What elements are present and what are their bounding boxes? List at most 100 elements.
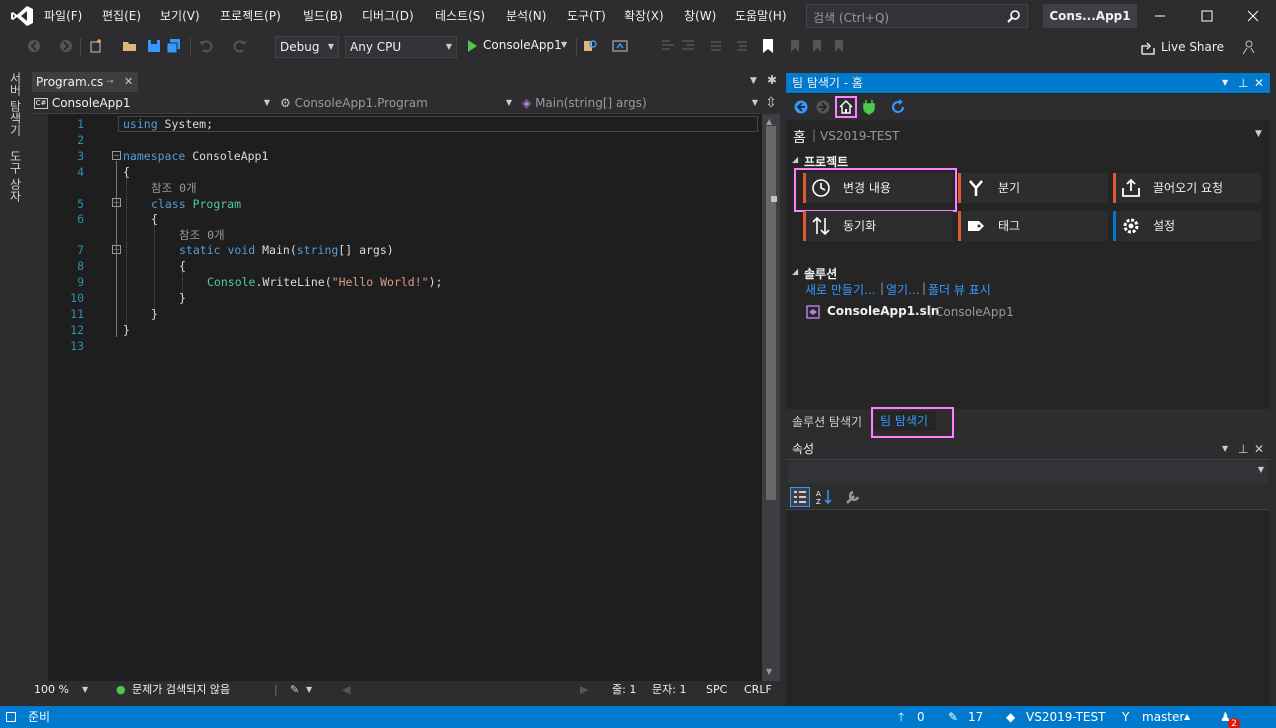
- folder-view-link[interactable]: 폴더 뷰 표시: [928, 281, 991, 298]
- new-solution-link[interactable]: 새로 만들기...: [805, 281, 875, 298]
- visual-studio-logo-icon[interactable]: [10, 5, 34, 27]
- menu-analyze[interactable]: 분석(N): [506, 0, 546, 32]
- close-tab-icon[interactable]: ✕: [124, 72, 133, 92]
- forward-icon[interactable]: [816, 100, 830, 114]
- connect-plug-icon[interactable]: [862, 99, 876, 115]
- tile-pull-requests[interactable]: 끌어오기 요청: [1113, 173, 1261, 203]
- tile-branches[interactable]: 분기: [958, 173, 1108, 203]
- configuration-dropdown[interactable]: Debug ▼: [275, 36, 339, 58]
- find-in-files-icon[interactable]: [582, 38, 598, 54]
- undo-icon[interactable]: [198, 38, 214, 54]
- editor-scroll-thumb[interactable]: [766, 126, 776, 500]
- live-share-button[interactable]: Live Share: [1161, 40, 1224, 54]
- pending-changes-count[interactable]: 17: [968, 706, 983, 728]
- nav-member-dropdown[interactable]: ◈ Main(string[] args) ▼: [522, 94, 760, 112]
- zoom-level[interactable]: 100 %: [34, 681, 69, 699]
- menu-project[interactable]: 프로젝트(P): [220, 0, 281, 32]
- branch-name[interactable]: master: [1142, 706, 1184, 728]
- format-2-icon[interactable]: [680, 38, 696, 54]
- chevron-down-icon[interactable]: ▼: [561, 40, 567, 49]
- toolbox-tab[interactable]: 도구 상자: [6, 150, 24, 202]
- pin-icon[interactable]: ⊥: [1238, 73, 1248, 93]
- uncomment-icon[interactable]: [734, 38, 750, 54]
- live-share-icon[interactable]: [1140, 40, 1156, 56]
- refresh-icon[interactable]: [890, 99, 906, 115]
- collapse-namespace-icon[interactable]: −: [112, 151, 121, 160]
- server-name[interactable]: VS2019-TEST: [820, 129, 899, 143]
- back-icon[interactable]: [26, 38, 42, 54]
- pin-icon[interactable]: ⊥: [1238, 438, 1248, 460]
- maximize-icon[interactable]: [1184, 0, 1230, 32]
- chevron-up-icon[interactable]: ▲: [1184, 706, 1190, 728]
- menu-window[interactable]: 창(W): [684, 0, 716, 32]
- unpushed-commits-count[interactable]: 0: [917, 706, 925, 728]
- bookmark-icon[interactable]: [760, 38, 776, 54]
- menu-test[interactable]: 테스트(S): [435, 0, 485, 32]
- menu-tools[interactable]: 도구(T): [567, 0, 606, 32]
- save-all-icon[interactable]: [166, 38, 182, 54]
- chevron-down-icon[interactable]: ▼: [82, 681, 88, 699]
- format-icon[interactable]: [660, 38, 676, 54]
- search-box[interactable]: 검색 (Ctrl+Q): [806, 4, 1028, 28]
- chevron-down-icon[interactable]: ▼: [1255, 129, 1262, 139]
- tile-tags[interactable]: 태그: [958, 211, 1108, 241]
- close-icon[interactable]: [1230, 0, 1276, 32]
- chevron-down-icon[interactable]: ▼: [306, 681, 312, 699]
- run-target-label[interactable]: ConsoleApp1: [483, 38, 562, 52]
- tile-sync[interactable]: 동기화: [803, 211, 953, 241]
- home-icon[interactable]: [838, 99, 854, 115]
- gear-icon[interactable]: ✱: [767, 73, 777, 87]
- back-icon[interactable]: [794, 100, 808, 114]
- prev-bookmark-icon[interactable]: [786, 38, 802, 54]
- code-lens-references[interactable]: 참조 0개: [179, 227, 225, 243]
- properties-object-dropdown[interactable]: ▼: [788, 461, 1268, 483]
- start-debug-icon[interactable]: [464, 38, 480, 54]
- tab-list-dropdown-icon[interactable]: ▼: [750, 76, 757, 86]
- collapse-triangle-icon[interactable]: ◢: [792, 155, 798, 164]
- redo-icon[interactable]: [232, 38, 248, 54]
- menu-debug[interactable]: 디버그(D): [362, 0, 414, 32]
- new-project-icon[interactable]: [88, 38, 104, 54]
- code-lens-references[interactable]: 참조 0개: [151, 180, 197, 196]
- menu-extensions[interactable]: 확장(X): [624, 0, 664, 32]
- brush-icon[interactable]: ✎: [290, 681, 299, 699]
- menu-edit[interactable]: 편집(E): [102, 0, 141, 32]
- server-explorer-tab[interactable]: 서버 탐색기: [6, 72, 24, 136]
- solution-file-name[interactable]: ConsoleApp1.sln: [827, 304, 939, 318]
- categorized-view-icon[interactable]: [790, 487, 810, 507]
- solutions-section-header[interactable]: 솔루션: [804, 265, 837, 282]
- document-tab-program-cs[interactable]: Program.cs ⊸ ✕: [32, 72, 138, 92]
- comment-icon[interactable]: [708, 38, 724, 54]
- whitespace-indicator[interactable]: SPC: [706, 681, 727, 699]
- properties-grid[interactable]: [786, 510, 1270, 706]
- close-icon[interactable]: ✕: [1254, 73, 1264, 93]
- collapse-triangle-icon[interactable]: ◢: [792, 267, 798, 276]
- next-bookmark-icon[interactable]: [808, 38, 824, 54]
- menu-help[interactable]: 도움말(H): [735, 0, 787, 32]
- search-icon[interactable]: [1007, 9, 1021, 23]
- clear-bookmarks-icon[interactable]: [830, 38, 846, 54]
- feedback-person-icon[interactable]: [1240, 39, 1256, 55]
- open-folder-icon[interactable]: [122, 38, 138, 54]
- platform-dropdown[interactable]: Any CPU ▼: [345, 36, 457, 58]
- menu-view[interactable]: 보기(V): [160, 0, 200, 32]
- output-window-icon[interactable]: [6, 712, 16, 722]
- line-ending-indicator[interactable]: CRLF: [744, 681, 772, 699]
- hscroll-right-icon[interactable]: ▶: [580, 681, 588, 699]
- code-editor[interactable]: [32, 114, 762, 681]
- property-pages-wrench-icon[interactable]: [844, 488, 862, 506]
- open-solution-link[interactable]: 열기...: [886, 281, 920, 298]
- minimize-icon[interactable]: [1137, 0, 1183, 32]
- save-icon[interactable]: [146, 38, 162, 54]
- hscroll-left-icon[interactable]: ◀: [342, 681, 350, 699]
- forward-icon[interactable]: [58, 38, 74, 54]
- tab-solution-explorer[interactable]: 솔루션 탐색기: [792, 413, 862, 430]
- issues-status[interactable]: 문제가 검색되지 않음: [132, 681, 230, 699]
- nav-project-dropdown[interactable]: C# ConsoleApp1 ▼: [34, 94, 272, 112]
- nav-class-dropdown[interactable]: ⚙ ConsoleApp1.Program ▼: [280, 94, 514, 112]
- close-icon[interactable]: ✕: [1254, 438, 1264, 460]
- chevron-down-icon[interactable]: ▼: [1222, 73, 1228, 93]
- tile-settings[interactable]: 설정: [1113, 211, 1261, 241]
- menu-build[interactable]: 빌드(B): [303, 0, 343, 32]
- menu-file[interactable]: 파일(F): [44, 0, 82, 32]
